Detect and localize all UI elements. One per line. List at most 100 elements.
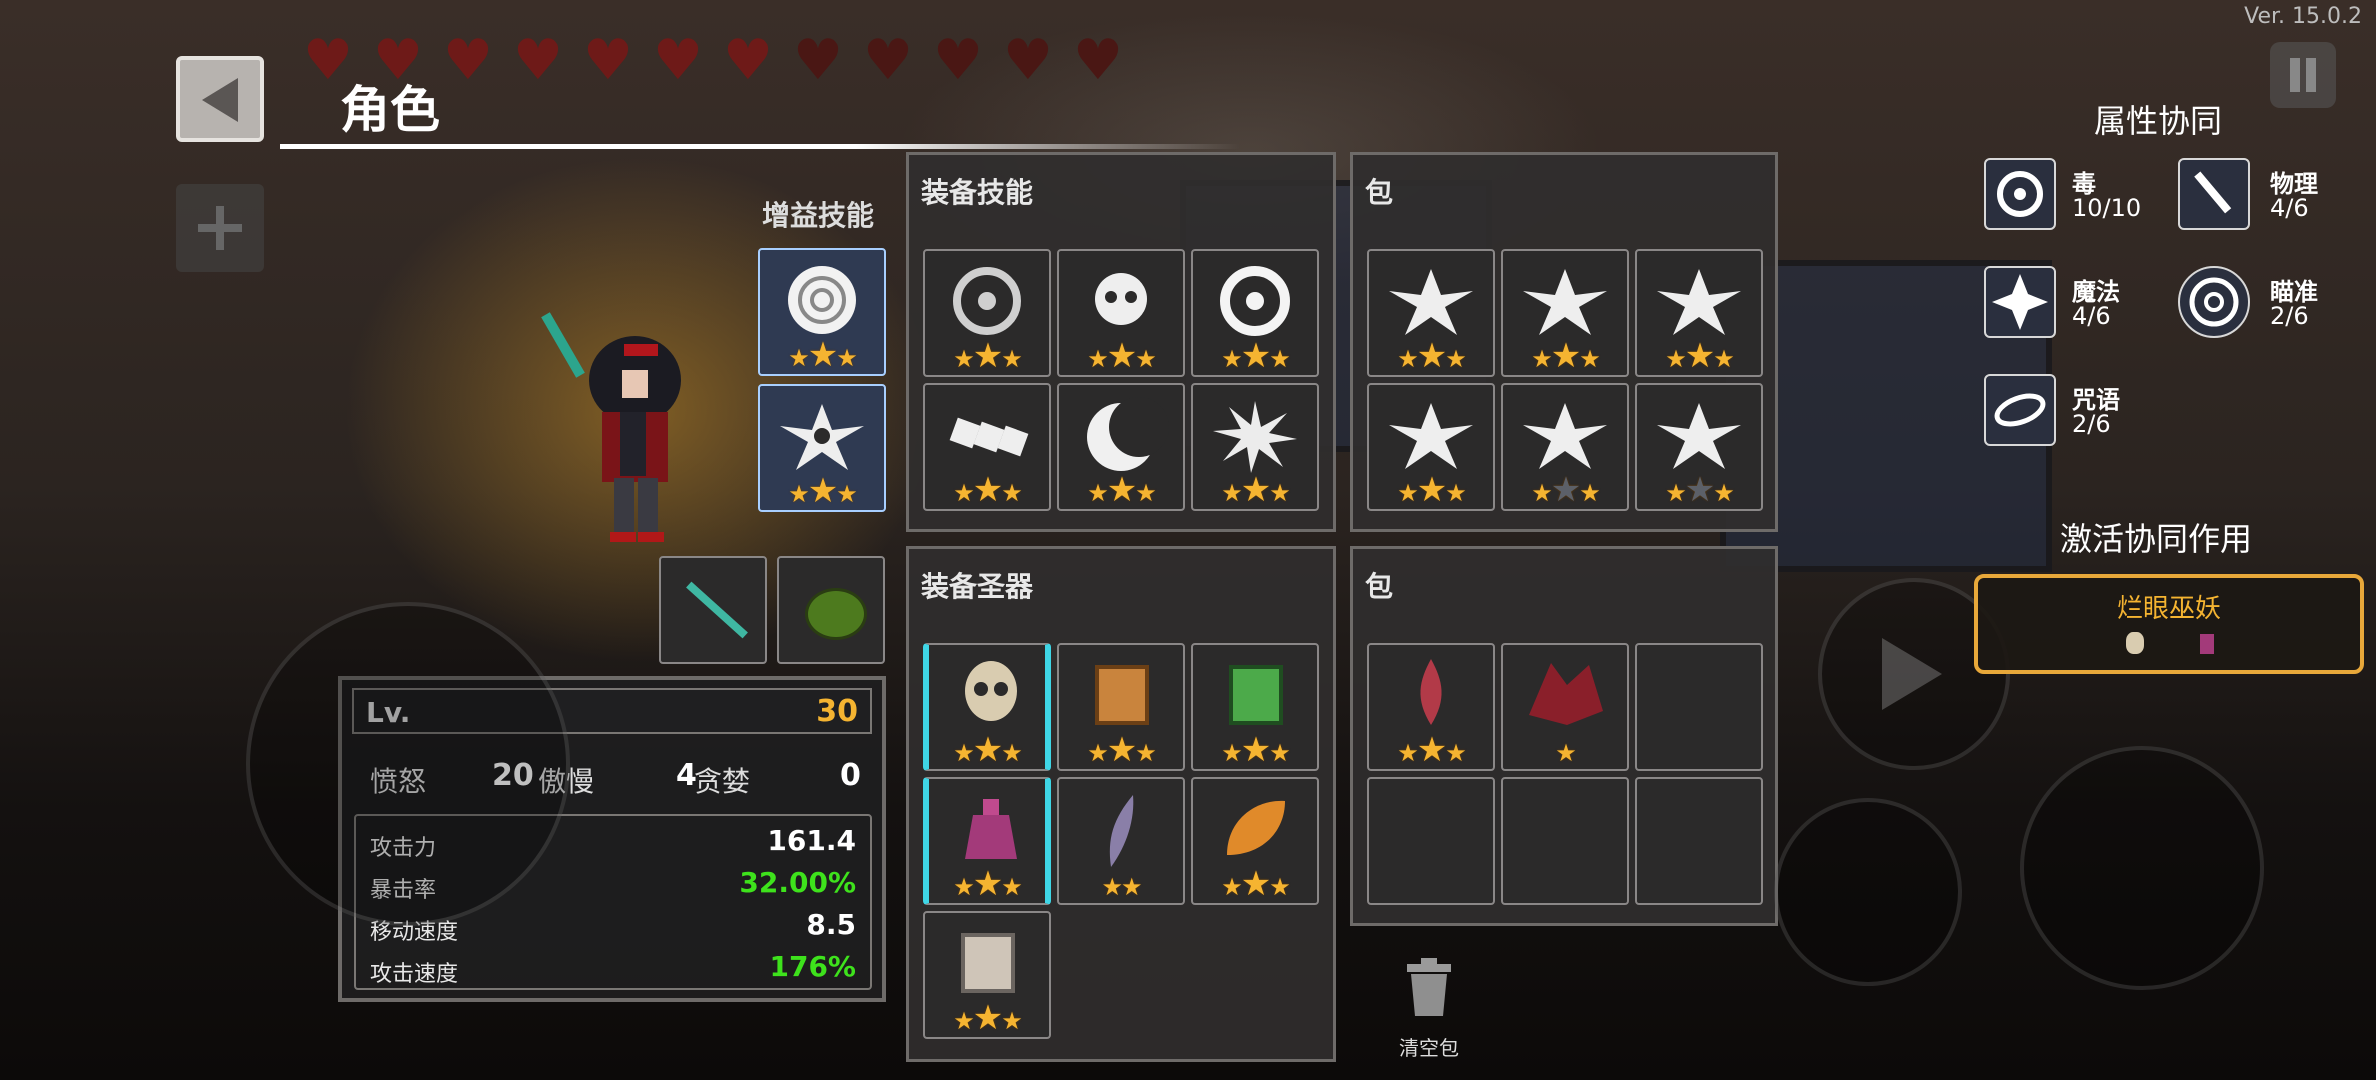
- heart-icon: ♥: [582, 28, 634, 93]
- active-synergy-title: 激活协同作用: [2060, 520, 2253, 558]
- pumpkin-icon: [805, 588, 867, 640]
- synergy-count-poison: 10/10: [2072, 194, 2142, 222]
- version-label: Ver. 15.0.2: [2244, 4, 2362, 29]
- active-synergy-name: 烂眼巫妖: [2116, 594, 2221, 624]
- feather-icon: [1109, 795, 1134, 867]
- heart-icon: ♥: [932, 28, 984, 93]
- potion-icon: [2200, 634, 2214, 654]
- equipped-skills-panel: 装备技能 ★★★ ★★★ ★★★ ★★★ ★★★ ★★★: [906, 152, 1336, 532]
- move-speed-value: 8.5: [806, 908, 856, 941]
- star-rating: ★★★: [953, 998, 1022, 1038]
- star-rating: ★★★: [953, 336, 1022, 376]
- jump-button[interactable]: [1774, 798, 1962, 986]
- buff-skills-title: 增益技能: [762, 199, 875, 232]
- attack-value: 161.4: [767, 824, 856, 857]
- skill-slot[interactable]: ★★★: [923, 383, 1051, 511]
- level-value: 30: [816, 694, 858, 729]
- star-rating: ★★: [1101, 873, 1142, 901]
- bag-relic-slot[interactable]: ★: [1501, 643, 1629, 771]
- weapon-slot[interactable]: [777, 556, 885, 664]
- synergy-count-physical: 4/6: [2270, 194, 2309, 222]
- arrow-right-icon: [1882, 638, 1942, 710]
- synergy-count-aim: 2/6: [2270, 302, 2309, 330]
- star-rating: ★★★: [1397, 336, 1466, 376]
- bag-skill-slot[interactable]: ★★★: [1501, 249, 1629, 377]
- clear-bag-label: 清空包: [1399, 1036, 1459, 1060]
- relic-slot[interactable]: ★★★: [1057, 643, 1185, 771]
- bag-relic-slot[interactable]: [1635, 777, 1763, 905]
- biohazard-icon: [1220, 266, 1290, 336]
- skill-slot[interactable]: ★★★: [1057, 383, 1185, 511]
- page-title: 角色: [340, 81, 440, 139]
- relic-slot[interactable]: ★★: [1057, 777, 1185, 905]
- star-rating: ★★★: [1087, 730, 1156, 770]
- sword-icon: [2178, 158, 2250, 230]
- biohazard-splash-icon: [1657, 403, 1741, 469]
- skull-explosion-icon: [1095, 273, 1147, 325]
- bag-relic-slot[interactable]: [1501, 777, 1629, 905]
- panel-title: 装备技能: [921, 176, 1034, 209]
- active-synergy-card[interactable]: 烂眼巫妖: [1974, 574, 2364, 674]
- biohazard-icon: [953, 267, 1021, 335]
- star-rating: ★★★: [1221, 730, 1290, 770]
- greed-label: 贪婪: [694, 765, 751, 798]
- bag-skill-slot[interactable]: ★★★: [1367, 249, 1495, 377]
- buff-skill-slot[interactable]: ★★★: [758, 248, 886, 376]
- green-cube-icon: [1229, 665, 1283, 725]
- buff-skill-slot[interactable]: ★★★: [758, 384, 886, 512]
- biohazard-splash-icon: [1523, 403, 1607, 469]
- bag-relic-slot[interactable]: [1367, 777, 1495, 905]
- potion-icon: [965, 799, 1017, 859]
- weapon-slot[interactable]: [659, 556, 767, 664]
- greed-value: 0: [840, 758, 861, 793]
- bag-skill-slot[interactable]: ★★★: [1635, 383, 1763, 511]
- bag-skill-slot[interactable]: ★★★: [1635, 249, 1763, 377]
- heart-icon: ♥: [1072, 28, 1124, 93]
- character-sprite: [540, 300, 710, 550]
- star-rating: ★★★: [788, 471, 857, 511]
- star-rating: ★★★: [953, 470, 1022, 510]
- green-sword-icon: [686, 581, 748, 639]
- equipped-relics-panel: 装备圣器 ★★★ ★★★ ★★★ ★★★ ★★ ★★★ ★★★: [906, 546, 1336, 1062]
- relic-slot[interactable]: ★★★: [923, 911, 1051, 1039]
- synergy-title: 属性协同: [2094, 102, 2223, 140]
- attack-button[interactable]: [2020, 746, 2264, 990]
- rose-shield-icon: [788, 266, 856, 334]
- bag-relic-slot[interactable]: [1635, 643, 1763, 771]
- star-rating: ★★★: [1221, 864, 1290, 904]
- clear-bag-button[interactable]: 清空包: [1386, 958, 1472, 1060]
- heart-icon: ♥: [442, 28, 494, 93]
- red-flame-icon: [1420, 659, 1442, 725]
- back-button[interactable]: [176, 56, 264, 142]
- crit-rate-value: 32.00%: [739, 866, 856, 899]
- skill-bag-panel: 包 ★★★ ★★★ ★★★ ★★★ ★★★ ★★★: [1350, 152, 1778, 532]
- title-underline: [280, 144, 1240, 149]
- biohazard-splash-icon: [1657, 269, 1741, 335]
- pause-button[interactable]: [2270, 42, 2336, 108]
- relic-slot[interactable]: ★★★: [923, 777, 1051, 905]
- relic-slot[interactable]: ★★★: [923, 643, 1051, 771]
- star-rating: ★★★: [1087, 470, 1156, 510]
- star-rating: ★★★: [1221, 336, 1290, 376]
- skill-slot[interactable]: ★★★: [1057, 249, 1185, 377]
- skill-slot[interactable]: ★★★: [923, 249, 1051, 377]
- bag-relic-slot[interactable]: ★★★: [1367, 643, 1495, 771]
- star-rating: ★★★: [1665, 470, 1734, 510]
- crosshair-icon: [2178, 266, 2250, 338]
- relic-bag-panel: 包 ★★★ ★: [1350, 546, 1778, 926]
- add-button[interactable]: [176, 184, 264, 272]
- crescent-moon-icon: [1087, 397, 1169, 471]
- bag-skill-slot[interactable]: ★★★: [1367, 383, 1495, 511]
- joystick[interactable]: [246, 602, 570, 926]
- heart-icon: ♥: [792, 28, 844, 93]
- skill-slot[interactable]: ★★★: [1191, 383, 1319, 511]
- star-rating: ★★★: [1397, 730, 1466, 770]
- bag-skill-slot[interactable]: ★★★: [1501, 383, 1629, 511]
- relic-slot[interactable]: ★★★: [1191, 643, 1319, 771]
- skull-icon: [965, 661, 1017, 721]
- relic-slot[interactable]: ★★★: [1191, 777, 1319, 905]
- skill-slot[interactable]: ★★★: [1191, 249, 1319, 377]
- star-rating: ★★★: [1531, 470, 1600, 510]
- skull-icon: [2126, 632, 2144, 654]
- star-rating: ★★★: [1397, 470, 1466, 510]
